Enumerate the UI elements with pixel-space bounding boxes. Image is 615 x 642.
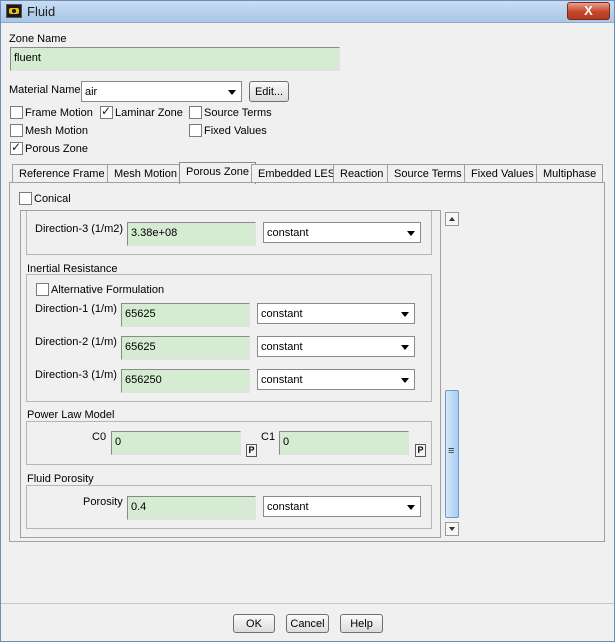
inertial-dir2-input[interactable]: 65625 — [121, 336, 250, 360]
viscous-dir3-method-select[interactable]: constant — [263, 222, 421, 243]
inertial-dir2-method-select[interactable]: constant — [257, 336, 415, 357]
porosity-input[interactable]: 0.4 — [127, 496, 256, 520]
frame-motion-checkbox[interactable] — [10, 106, 23, 119]
porous-zone-label: Porous Zone — [25, 143, 88, 155]
scroll-down-arrow-icon[interactable] — [445, 522, 459, 536]
cancel-button[interactable]: Cancel — [286, 614, 329, 633]
chevron-down-icon — [401, 345, 409, 350]
viscous-dir3-input[interactable]: 3.38e+08 — [127, 222, 256, 246]
chevron-down-icon — [407, 505, 415, 510]
chevron-down-icon — [401, 312, 409, 317]
c0-input[interactable]: 0 — [111, 431, 241, 455]
tab-reference-frame[interactable]: Reference Frame — [12, 164, 112, 183]
c0-label: C0 — [92, 431, 107, 443]
alternative-formulation-label: Alternative Formulation — [51, 284, 165, 296]
zone-name-input[interactable]: fluent — [10, 47, 340, 71]
porosity-method-value: constant — [267, 501, 309, 513]
conical-label: Conical — [34, 193, 71, 205]
mesh-motion-label: Mesh Motion — [25, 125, 88, 137]
inertial-dir3-label: Direction-3 (1/m) — [35, 369, 117, 381]
ok-button[interactable]: OK — [233, 614, 275, 633]
window-title: Fluid — [27, 4, 56, 19]
porosity-method-select[interactable]: constant — [263, 496, 421, 517]
viscous-dir3-label: Direction-3 (1/m2) — [35, 223, 124, 235]
tab-source-terms[interactable]: Source Terms — [387, 164, 469, 183]
inertial-dir3-method-select[interactable]: constant — [257, 369, 415, 390]
footer-divider — [1, 603, 614, 604]
close-button[interactable]: X — [567, 2, 610, 20]
conical-checkbox[interactable] — [19, 192, 32, 205]
chevron-down-icon — [401, 378, 409, 383]
chevron-down-icon — [407, 231, 415, 236]
scroll-up-arrow-icon[interactable] — [445, 212, 459, 226]
laminar-zone-checkbox[interactable] — [100, 104, 113, 119]
material-select-value: air — [85, 86, 98, 98]
tab-embedded-les[interactable]: Embedded LES — [251, 164, 343, 183]
chevron-down-icon — [228, 90, 236, 95]
c1-input[interactable]: 0 — [279, 431, 409, 455]
source-terms-label: Source Terms — [204, 107, 272, 119]
inertial-dir2-method-value: constant — [261, 341, 303, 353]
material-select[interactable]: air — [81, 81, 242, 102]
tab-fixed-values[interactable]: Fixed Values — [464, 164, 541, 183]
edit-material-button[interactable]: Edit... — [249, 81, 289, 102]
c1-label: C1 — [261, 431, 276, 443]
porous-scroll-area[interactable]: Direction-3 (1/m2) 3.38e+08 constant Ine… — [20, 210, 441, 538]
porous-zone-checkbox[interactable] — [10, 140, 23, 155]
inertial-dir2-label: Direction-2 (1/m) — [35, 336, 117, 348]
c0-parameter-button[interactable]: P — [246, 444, 257, 457]
inertial-dir1-method-value: constant — [261, 308, 303, 320]
vertical-scrollbar[interactable] — [445, 212, 460, 536]
tab-reaction[interactable]: Reaction — [333, 164, 391, 183]
fixed-values-checkbox[interactable] — [189, 124, 202, 137]
fluid-dialog: Fluid X Zone Name fluent Material Name a… — [0, 0, 615, 642]
inertial-dir1-input[interactable]: 65625 — [121, 303, 250, 327]
inertial-dir3-method-value: constant — [261, 374, 303, 386]
alternative-formulation-checkbox[interactable] — [36, 283, 49, 296]
frame-motion-label: Frame Motion — [25, 107, 93, 119]
title-bar[interactable]: Fluid X — [1, 1, 614, 23]
viscous-dir3-method-value: constant — [267, 227, 309, 239]
fluid-porosity-title: Fluid Porosity — [27, 473, 94, 485]
mesh-motion-checkbox[interactable] — [10, 124, 23, 137]
tab-porous-zone[interactable]: Porous Zone — [179, 162, 256, 184]
help-button[interactable]: Help — [340, 614, 383, 633]
scroll-thumb[interactable] — [445, 390, 459, 518]
inertial-dir1-method-select[interactable]: constant — [257, 303, 415, 324]
material-name-label: Material Name — [9, 84, 81, 96]
fixed-values-label: Fixed Values — [204, 125, 267, 137]
source-terms-checkbox[interactable] — [189, 106, 202, 119]
tab-multiphase[interactable]: Multiphase — [536, 164, 604, 183]
porosity-label: Porosity — [83, 496, 123, 508]
zone-name-label: Zone Name — [9, 33, 67, 45]
laminar-zone-label: Laminar Zone — [115, 107, 183, 119]
c1-parameter-button[interactable]: P — [415, 444, 426, 457]
power-law-title: Power Law Model — [27, 409, 115, 421]
tab-mesh-motion[interactable]: Mesh Motion — [107, 164, 184, 183]
inertial-dir3-input[interactable]: 656250 — [121, 369, 250, 393]
fluent-app-icon — [6, 4, 22, 18]
inertial-dir1-label: Direction-1 (1/m) — [35, 303, 117, 315]
